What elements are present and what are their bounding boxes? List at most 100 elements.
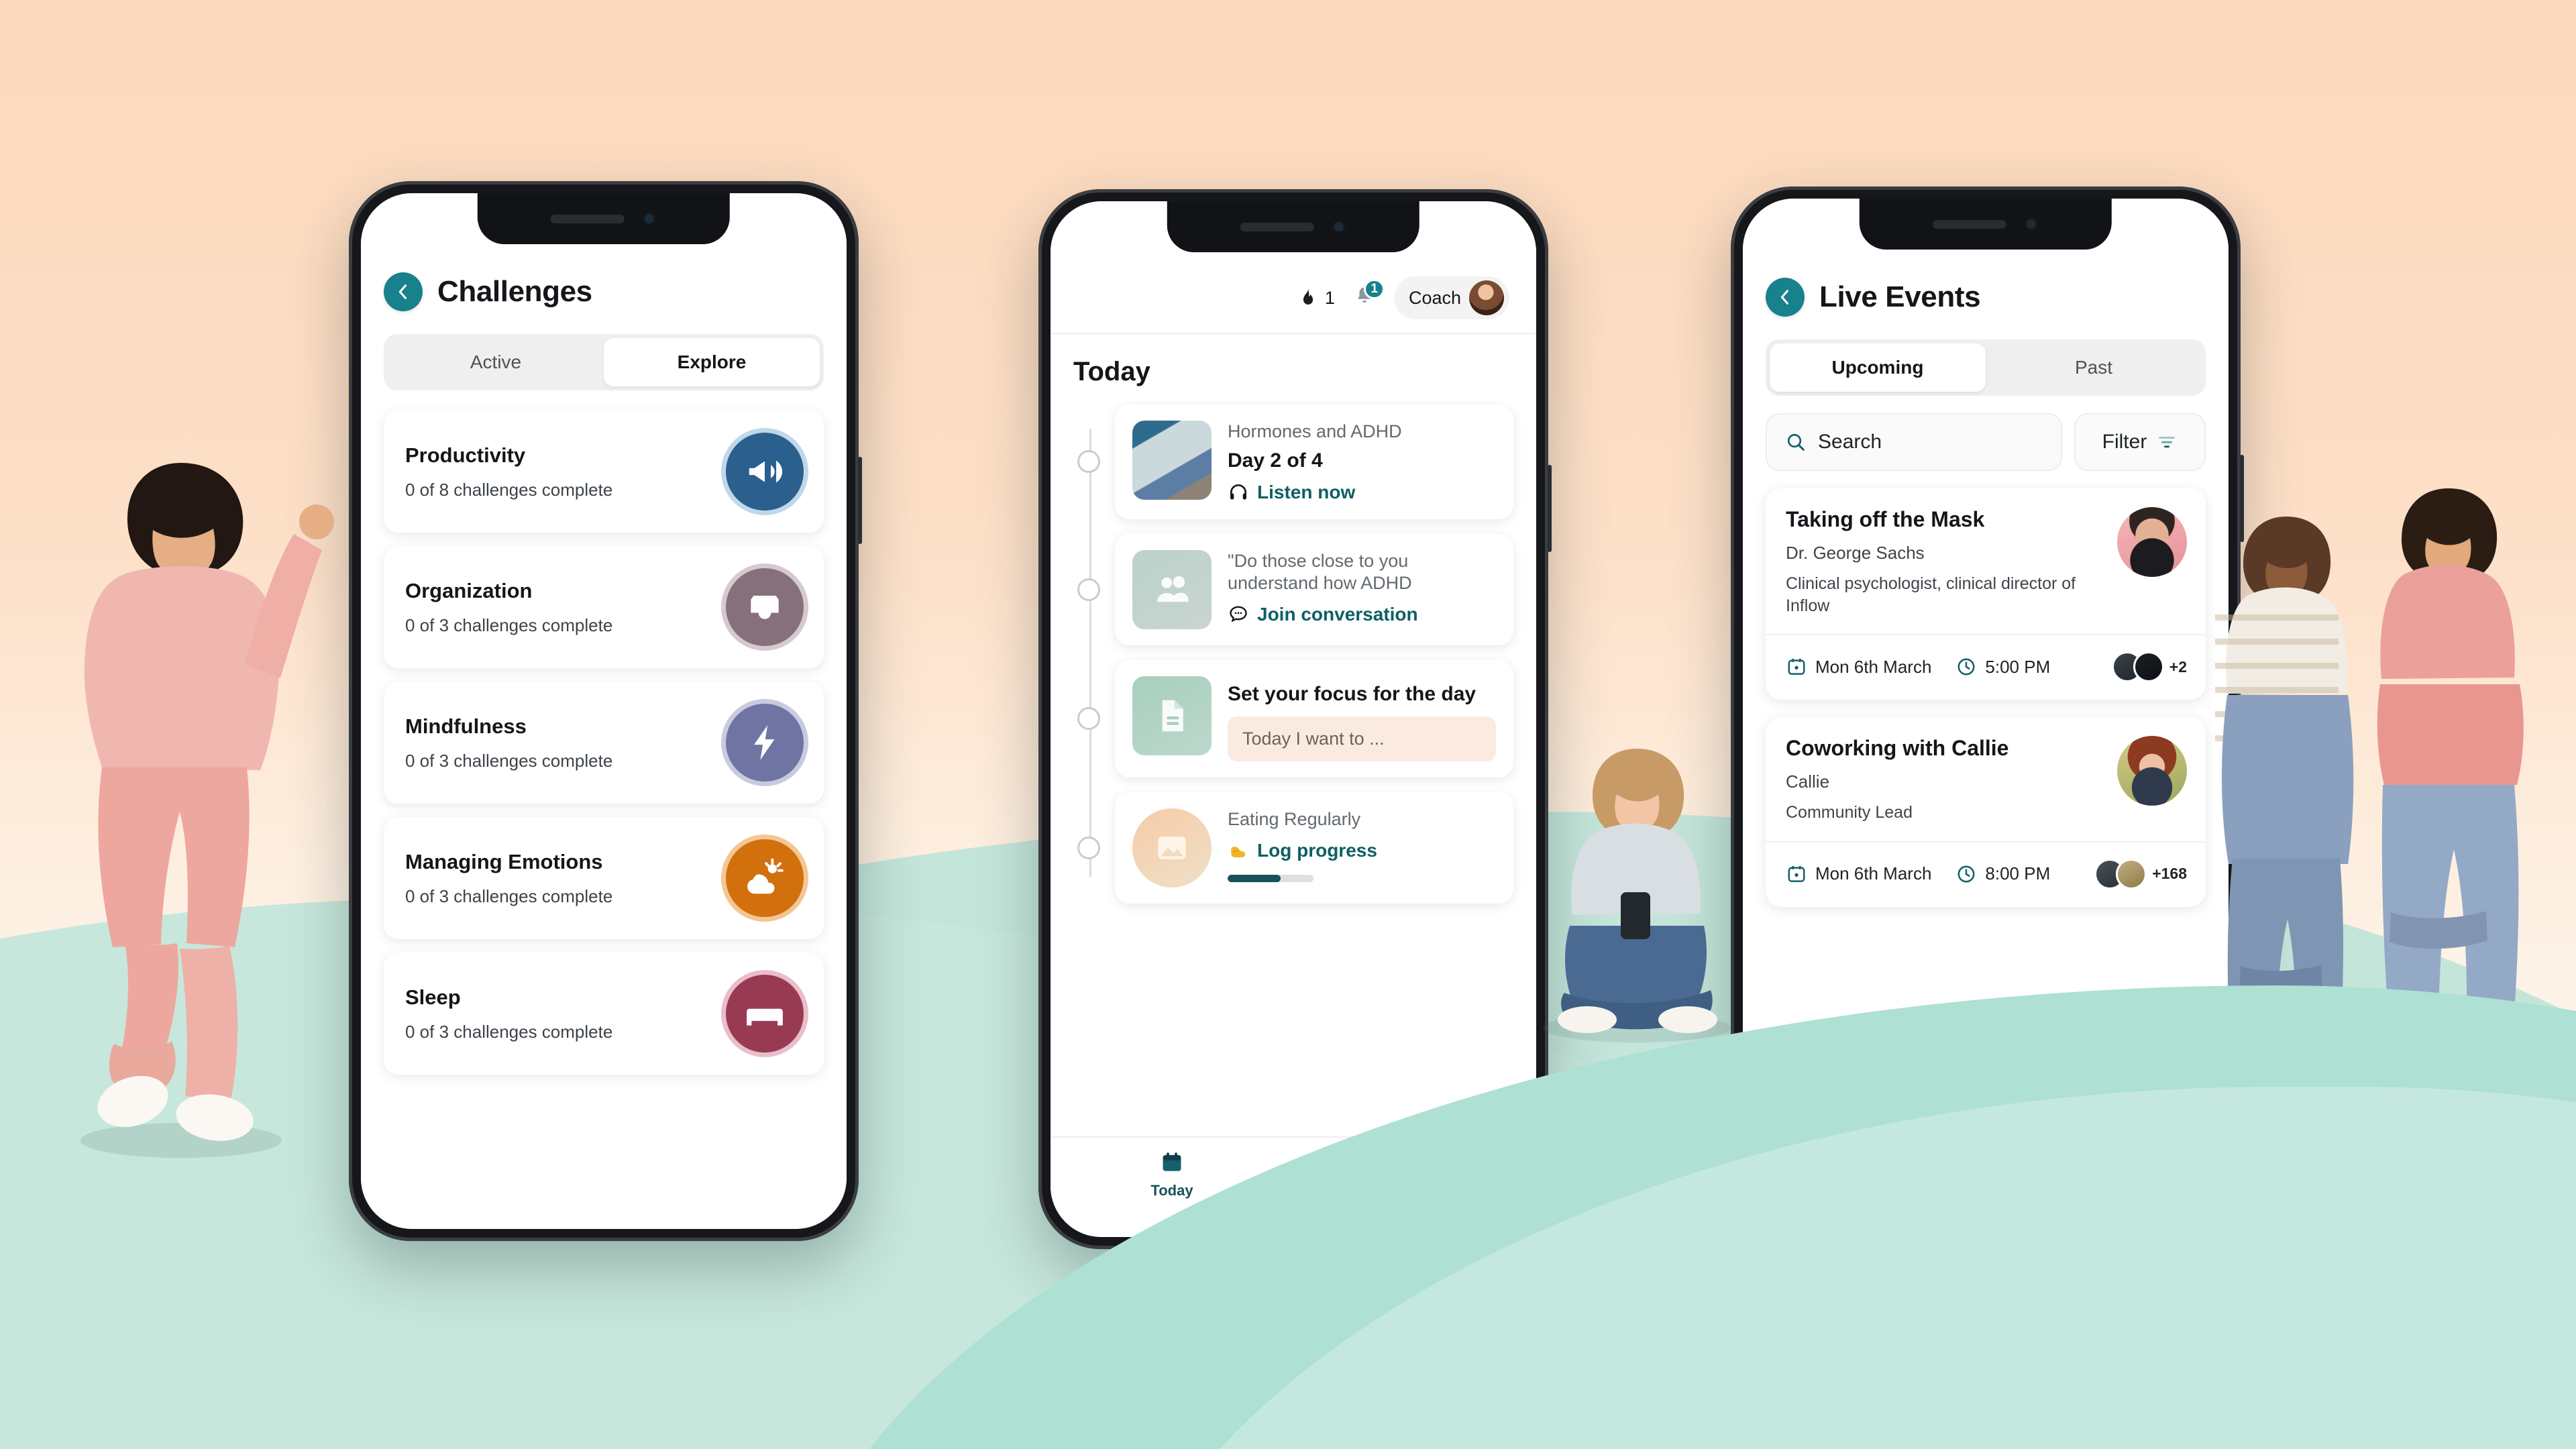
card-focus[interactable]: Set your focus for the day Today I want … [1115, 659, 1513, 777]
bottom-tabbar: Today Explore [1051, 1136, 1536, 1237]
progress-bar [1228, 874, 1313, 882]
today-app: 1 1 Coach Today Hormones and ADHD Day 2 … [1051, 201, 1536, 1237]
tab-active[interactable]: Active [388, 338, 604, 386]
timeline-dot [1077, 836, 1100, 859]
challenge-card[interactable]: Sleep 0 of 3 challenges complete [384, 953, 824, 1075]
section-title: Today [1073, 357, 1150, 386]
event-card-top: Taking off the Mask Dr. George Sachs Cli… [1766, 488, 2206, 634]
attendee-count: +2 [2169, 657, 2187, 676]
search-input[interactable]: Search [1766, 413, 2062, 471]
action-label: Listen now [1257, 481, 1356, 502]
coach-button[interactable]: Coach [1393, 276, 1509, 319]
event-card-top: Coworking with Callie Callie Community L… [1766, 717, 2206, 841]
card-eating[interactable]: Eating Regularly Log progress [1115, 792, 1513, 904]
card-conversation[interactable]: "Do those close to you understand how AD… [1115, 533, 1513, 645]
challenge-name: Sleep [405, 985, 461, 1009]
phone-today: 1 1 Coach Today Hormones and ADHD Day 2 … [1038, 189, 1552, 1249]
front-camera [642, 211, 657, 226]
challenge-progress: 0 of 8 challenges complete [405, 479, 613, 500]
phone-today-screen: 1 1 Coach Today Hormones and ADHD Day 2 … [1051, 201, 1536, 1237]
challenge-card[interactable]: Organization 0 of 3 challenges complete [384, 546, 824, 668]
notification-badge: 1 [1364, 278, 1385, 299]
back-button[interactable] [1766, 278, 1805, 317]
bed-icon [726, 975, 804, 1053]
challenge-name: Organization [405, 578, 533, 602]
event-date: Mon 6th March [1786, 656, 1931, 678]
timeline-item[interactable]: "Do those close to you understand how AD… [1077, 533, 1513, 645]
event-card[interactable]: Taking off the Mask Dr. George Sachs Cli… [1766, 488, 2206, 700]
filter-lines-icon [2159, 437, 2176, 448]
calendar-icon [1163, 1152, 1181, 1171]
focus-input[interactable]: Today I want to ... [1228, 716, 1496, 761]
card-kicker: Hormones and ADHD [1228, 421, 1402, 441]
search-filter-row: Search Filter [1766, 413, 2206, 471]
action-label: Log progress [1257, 839, 1377, 861]
filter-button[interactable]: Filter [2074, 413, 2206, 471]
challenge-card[interactable]: Managing Emotions 0 of 3 challenges compl… [384, 817, 824, 939]
live-events-app: Live Events Upcoming Past Search Filter [1743, 199, 2229, 1208]
join-conversation-action[interactable]: Join conversation [1228, 604, 1496, 625]
person-dancing-woman [80, 463, 334, 1158]
filter-label: Filter [2102, 431, 2147, 453]
attendee-avatars: +2 [2111, 651, 2187, 682]
page-title: Live Events [1819, 280, 1981, 313]
event-date-label: Mon 6th March [1815, 863, 1932, 883]
attendee-avatars: +168 [2094, 858, 2187, 890]
streak-count: 1 [1324, 287, 1335, 308]
avatar [2116, 858, 2147, 890]
events-tabs: Upcoming Past [1766, 339, 2206, 396]
listen-now-action[interactable]: Listen now [1228, 482, 1496, 503]
document-icon [1162, 700, 1183, 732]
event-card[interactable]: Coworking with Callie Callie Community L… [1766, 717, 2206, 907]
flexed-biceps-emoji [1231, 847, 1246, 857]
event-time-label: 8:00 PM [1985, 863, 2051, 883]
challenges-tabs: Active Explore [384, 334, 824, 390]
card-kicker: "Do those close to you understand how AD… [1228, 550, 1412, 593]
back-button[interactable] [384, 272, 423, 311]
challenge-name: Managing Emotions [405, 849, 603, 873]
card-hormones[interactable]: Hormones and ADHD Day 2 of 4 Listen now [1115, 405, 1513, 519]
timeline-item[interactable]: Eating Regularly Log progress [1077, 792, 1513, 904]
notch [1167, 201, 1420, 252]
streak-counter[interactable]: 1 [1297, 286, 1335, 309]
phone-challenges-screen: Challenges Active Explore Productivity 0 … [361, 193, 847, 1229]
challenges-list: Productivity 0 of 8 challenges complete Or… [384, 411, 824, 1075]
timeline-item[interactable]: Set your focus for the day Today I want … [1077, 659, 1513, 777]
challenge-card[interactable]: Mindfulness 0 of 3 challenges complete [384, 682, 824, 804]
timeline-item[interactable]: Hormones and ADHD Day 2 of 4 Listen now [1077, 405, 1513, 519]
tab-today[interactable]: Today [1051, 1150, 1293, 1199]
today-timeline: Hormones and ADHD Day 2 of 4 Listen now [1073, 405, 1513, 904]
clock-icon [1957, 658, 1975, 676]
person-walking-man-pink [2375, 488, 2524, 1175]
timeline-dot [1077, 707, 1100, 731]
log-progress-action[interactable]: Log progress [1228, 840, 1496, 861]
thumbnail-image [1132, 808, 1212, 888]
tab-label: Today [1150, 1182, 1193, 1199]
challenges-app: Challenges Active Explore Productivity 0 … [361, 193, 847, 1229]
phone-events-screen: Live Events Upcoming Past Search Filter [1743, 199, 2229, 1208]
challenge-progress: 0 of 3 challenges complete [405, 1021, 613, 1042]
card-main: Day 2 of 4 [1228, 449, 1323, 472]
tab-label: Explore [1389, 1182, 1440, 1199]
thumbnail-document [1132, 676, 1212, 755]
tab-explore[interactable]: Explore [604, 338, 820, 386]
event-title: Coworking with Callie [1786, 736, 2009, 760]
tab-upcoming[interactable]: Upcoming [1770, 343, 1986, 392]
tab-past[interactable]: Past [1986, 343, 2202, 392]
tab-explore[interactable]: Explore [1293, 1150, 1536, 1199]
page-title: Challenges [437, 275, 592, 308]
calendar-icon [1788, 865, 1805, 882]
speaker-grille [551, 214, 625, 223]
event-host: Dr. George Sachs [1786, 543, 1925, 563]
notifications-button[interactable]: 1 [1352, 278, 1385, 312]
headphones-icon [1230, 484, 1246, 500]
timeline-dot [1077, 450, 1100, 474]
person-sitting-woman-with-phone [1543, 749, 1731, 1042]
compass-icon [1405, 1152, 1425, 1173]
search-icon [1787, 433, 1805, 451]
challenge-card[interactable]: Productivity 0 of 8 challenges complete [384, 411, 824, 533]
chevron-left-icon [1780, 290, 1789, 305]
chat-bubble-icon [1230, 606, 1247, 623]
flame-icon [1303, 288, 1313, 305]
event-time-label: 5:00 PM [1985, 656, 2051, 677]
